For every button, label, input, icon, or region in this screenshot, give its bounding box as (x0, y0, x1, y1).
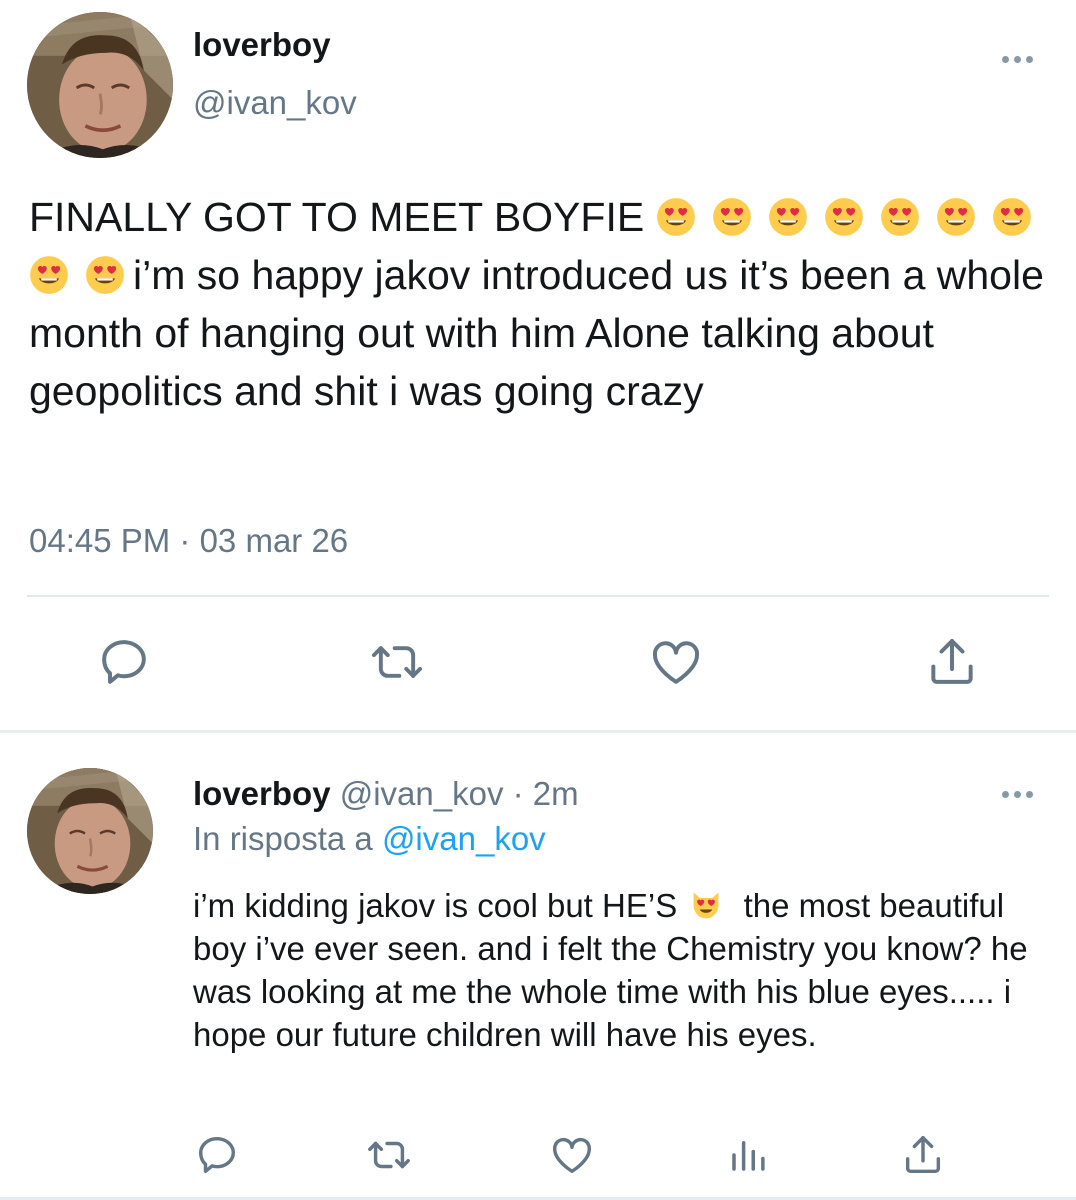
section-separator (0, 730, 1076, 733)
display-name[interactable]: loverboy (193, 775, 331, 812)
reply-target-link[interactable]: @ivan_kov (382, 820, 546, 857)
avatar-photo (27, 768, 153, 894)
divider (27, 595, 1049, 597)
share-icon[interactable] (900, 1132, 946, 1178)
analytics-icon[interactable] (727, 1134, 769, 1176)
tweet-text: FINALLY GOT TO MEET BOYFIE i’m so happy … (29, 188, 1069, 420)
tweet-timestamp[interactable]: 04:45 PM · 03 mar 26 (29, 522, 348, 560)
more-options-icon[interactable] (1002, 791, 1033, 798)
display-name[interactable]: loverboy (193, 26, 331, 64)
reply-icon[interactable] (96, 634, 152, 690)
heart-eyes-emoji (29, 255, 69, 295)
like-icon[interactable] (549, 1132, 595, 1178)
tweet-text-part1: FINALLY GOT TO MEET BOYFIE (29, 194, 645, 240)
retweet-icon[interactable] (367, 634, 427, 690)
heart-eyes-emoji (936, 197, 976, 237)
heart-eyes-emoji (656, 197, 696, 237)
heart-eyes-emoji (824, 197, 864, 237)
heart-eyes-emoji (768, 197, 808, 237)
share-icon[interactable] (924, 634, 980, 690)
heart-eyes-emoji (712, 197, 752, 237)
tweet-thread: loverboy @ivan_kov FINALLY GOT TO MEET B… (0, 0, 1076, 1200)
avatar[interactable] (27, 768, 153, 894)
user-handle[interactable]: @ivan_kov (193, 84, 357, 122)
more-options-icon[interactable] (1002, 56, 1033, 63)
reply-icon[interactable] (194, 1132, 240, 1178)
heart-eyes-cat-emoji (690, 889, 722, 921)
reply-header: loverboy @ivan_kov · 2m (193, 775, 579, 813)
reply-prefix: In risposta a (193, 820, 373, 857)
main-tweet: loverboy @ivan_kov FINALLY GOT TO MEET B… (0, 0, 1076, 730)
like-icon[interactable] (648, 634, 704, 690)
heart-eyes-emoji (880, 197, 920, 237)
reply-context: In risposta a @ivan_kov (193, 820, 546, 858)
heart-eyes-emoji (992, 197, 1032, 237)
retweet-icon[interactable] (364, 1132, 414, 1178)
avatar-photo (27, 12, 173, 158)
tweet-text-part2: i’m so happy jakov introduced us it’s be… (29, 252, 1056, 414)
tweet-text: i’m kidding jakov is cool but HE’S the m… (193, 884, 1063, 1056)
avatar[interactable] (27, 12, 173, 158)
handle-and-time[interactable]: @ivan_kov · 2m (340, 775, 579, 812)
heart-eyes-emoji (85, 255, 125, 295)
tweet-text-part1: i’m kidding jakov is cool but HE’S (193, 887, 678, 924)
